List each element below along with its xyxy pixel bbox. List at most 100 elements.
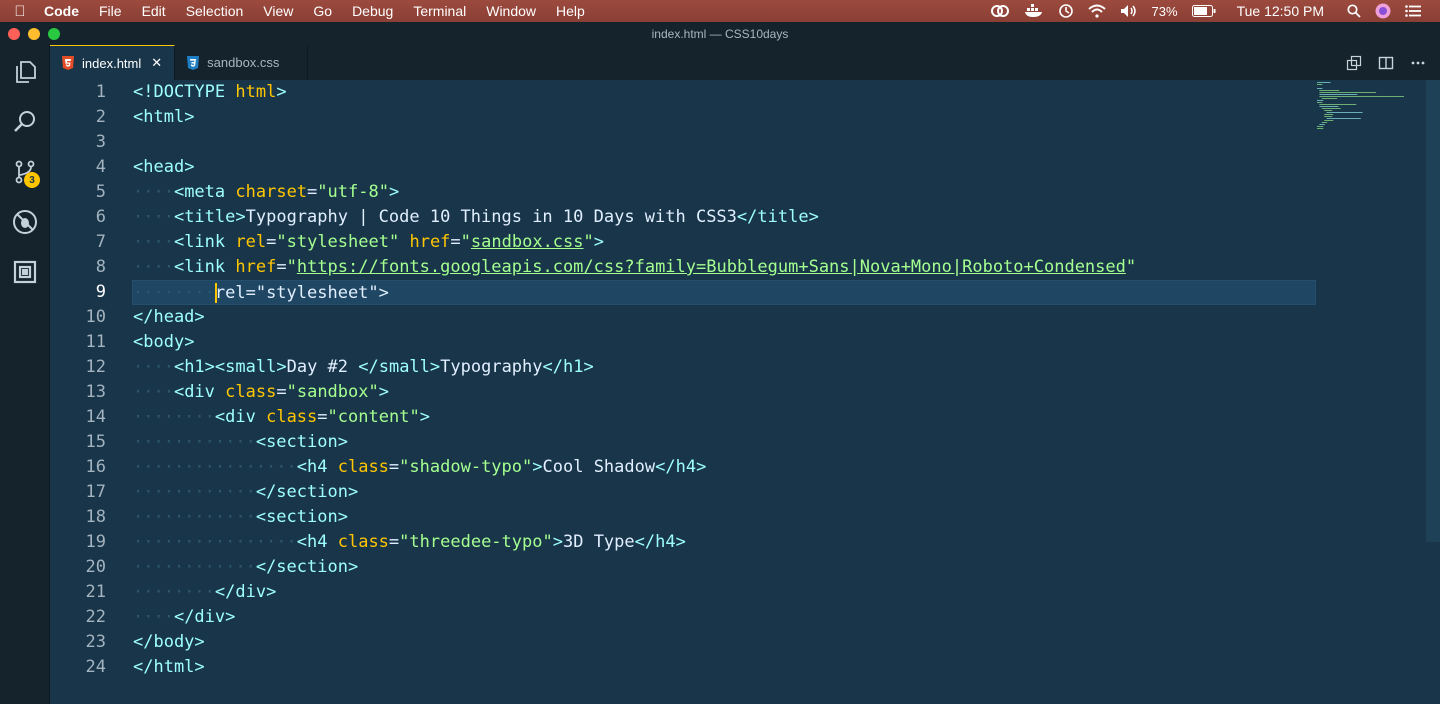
minimap-line: [1319, 124, 1325, 125]
code-line[interactable]: </head>: [133, 305, 1333, 330]
minimap-line: [1321, 122, 1328, 123]
code-line[interactable]: ········</div>: [133, 580, 1333, 605]
code-line[interactable]: ········<div class="content">: [133, 405, 1333, 430]
user-avatar-icon[interactable]: [1375, 3, 1391, 19]
minimap-line: [1324, 110, 1333, 111]
line-number: 2: [95, 107, 106, 127]
line-number: 20: [85, 557, 106, 577]
minimap-line: [1324, 116, 1333, 117]
window-minimize-button[interactable]: [28, 28, 40, 40]
activity-bar: 3: [0, 45, 50, 704]
minimap-line: [1317, 84, 1323, 85]
menu-selection[interactable]: Selection: [176, 0, 254, 22]
menu-file[interactable]: File: [89, 0, 132, 22]
window-zoom-button[interactable]: [48, 28, 60, 40]
code-line[interactable]: ············</section>: [133, 480, 1333, 505]
window-title-bar: index.html — CSS10days: [0, 22, 1440, 45]
code-line[interactable]: ············<section>: [133, 505, 1333, 530]
line-number: 7: [95, 232, 106, 252]
code-line[interactable]: ············</section>: [133, 555, 1333, 580]
line-number: 22: [85, 607, 106, 627]
minimap[interactable]: [1315, 80, 1415, 140]
menu-help[interactable]: Help: [546, 0, 595, 22]
menu-app-code[interactable]: Code: [40, 0, 89, 22]
minimap-line: [1319, 106, 1339, 107]
code-line[interactable]: ····<link rel="stylesheet" href="sandbox…: [133, 230, 1333, 255]
menu-bar:  Code File Edit Selection View Go Debug…: [0, 0, 1440, 22]
menu-window[interactable]: Window: [476, 0, 546, 22]
code-editor[interactable]: 1 2 3 4 5 6 7 8 9 10 11 12 13 14 15 16 17 18 19 20 21 22 23 24 …: [50, 80, 1440, 704]
window-close-button[interactable]: [8, 28, 20, 40]
open-changes-icon[interactable]: [1338, 45, 1370, 80]
minimap-line: [1326, 112, 1363, 113]
line-number: 18: [85, 507, 106, 527]
line-number: 10: [85, 307, 106, 327]
line-number: 21: [85, 582, 106, 602]
time-machine-icon[interactable]: [1058, 3, 1074, 19]
line-number: 15: [85, 432, 106, 452]
line-number: 4: [95, 157, 106, 177]
line-number: 16: [85, 457, 106, 477]
minimap-line: [1319, 92, 1377, 93]
tab-label: index.html: [82, 55, 142, 71]
docker-icon[interactable]: [1024, 4, 1044, 18]
minimap-line: [1317, 100, 1324, 101]
menu-edit[interactable]: Edit: [132, 0, 176, 22]
debug-icon[interactable]: [0, 197, 50, 247]
html5-file-icon: [62, 56, 74, 70]
close-icon[interactable]: ✕: [151, 55, 162, 71]
split-editor-icon[interactable]: [1370, 45, 1402, 80]
minimap-line: [1317, 126, 1324, 127]
search-icon[interactable]: [0, 97, 50, 147]
code-line[interactable]: ················<h4 class="threedee-typo…: [133, 530, 1333, 555]
wifi-icon[interactable]: [1087, 4, 1106, 18]
code-line[interactable]: <!DOCTYPE html>: [133, 80, 1333, 105]
source-control-badge: 3: [24, 172, 40, 188]
more-actions-icon[interactable]: [1402, 45, 1434, 80]
code-line[interactable]: <head>: [133, 155, 1333, 180]
menu-go[interactable]: Go: [303, 0, 342, 22]
minimap-line: [1326, 118, 1361, 119]
code-line[interactable]: ····<meta charset="utf-8">: [133, 180, 1333, 205]
apple-icon[interactable]: : [0, 3, 40, 20]
line-number: 11: [85, 332, 106, 352]
spotlight-search-icon[interactable]: [1347, 4, 1361, 18]
code-lines[interactable]: <!DOCTYPE html> <html> <head> ····<meta cha…: [132, 80, 1333, 680]
minimap-line: [1317, 102, 1323, 103]
code-line[interactable]: ····<title>Typography | Code 10 Things i…: [133, 205, 1333, 230]
code-line[interactable]: <body>: [133, 330, 1333, 355]
line-number: 1: [95, 82, 106, 102]
code-line[interactable]: ········rel="stylesheet">: [132, 280, 1316, 305]
extensions-icon[interactable]: [0, 247, 50, 297]
code-line[interactable]: ····<h1><small>Day #2 </small>Typography…: [133, 355, 1333, 380]
code-line[interactable]: ····<div class="sandbox">: [133, 380, 1333, 405]
volume-icon[interactable]: [1120, 4, 1138, 18]
battery-icon[interactable]: [1191, 5, 1216, 17]
explorer-icon[interactable]: [0, 47, 50, 97]
line-number-gutter: 1 2 3 4 5 6 7 8 9 10 11 12 13 14 15 16 17 18 19 20 21 22 23 24: [50, 80, 120, 680]
tab-index-html[interactable]: index.html ✕: [50, 45, 176, 80]
menu-view[interactable]: View: [253, 0, 303, 22]
line-number: 13: [85, 382, 106, 402]
vertical-scrollbar[interactable]: [1426, 80, 1440, 542]
minimap-line: [1317, 128, 1324, 129]
code-line[interactable]: ····<link href="https://fonts.googleapis…: [133, 255, 1333, 280]
menu-terminal[interactable]: Terminal: [403, 0, 476, 22]
code-line[interactable]: ············<section>: [133, 430, 1333, 455]
tab-sandbox-css[interactable]: sandbox.css: [175, 45, 309, 80]
source-control-icon[interactable]: [0, 147, 50, 197]
code-line[interactable]: ····</div>: [133, 605, 1333, 630]
clock[interactable]: Tue 12:50 PM: [1237, 3, 1324, 19]
code-line[interactable]: </html>: [133, 655, 1333, 680]
css3-file-icon: [187, 55, 200, 70]
tab-label: sandbox.css: [207, 55, 280, 70]
code-line[interactable]: ················<h4 class="shadow-typo">…: [133, 455, 1333, 480]
code-line[interactable]: [133, 130, 1333, 155]
code-line[interactable]: </body>: [133, 630, 1333, 655]
creative-cloud-icon[interactable]: [990, 4, 1010, 18]
menu-debug[interactable]: Debug: [342, 0, 403, 22]
code-line[interactable]: <html>: [133, 105, 1333, 130]
minimap-line: [1317, 82, 1331, 83]
notification-center-icon[interactable]: [1405, 5, 1421, 17]
line-number: 3: [95, 132, 106, 152]
